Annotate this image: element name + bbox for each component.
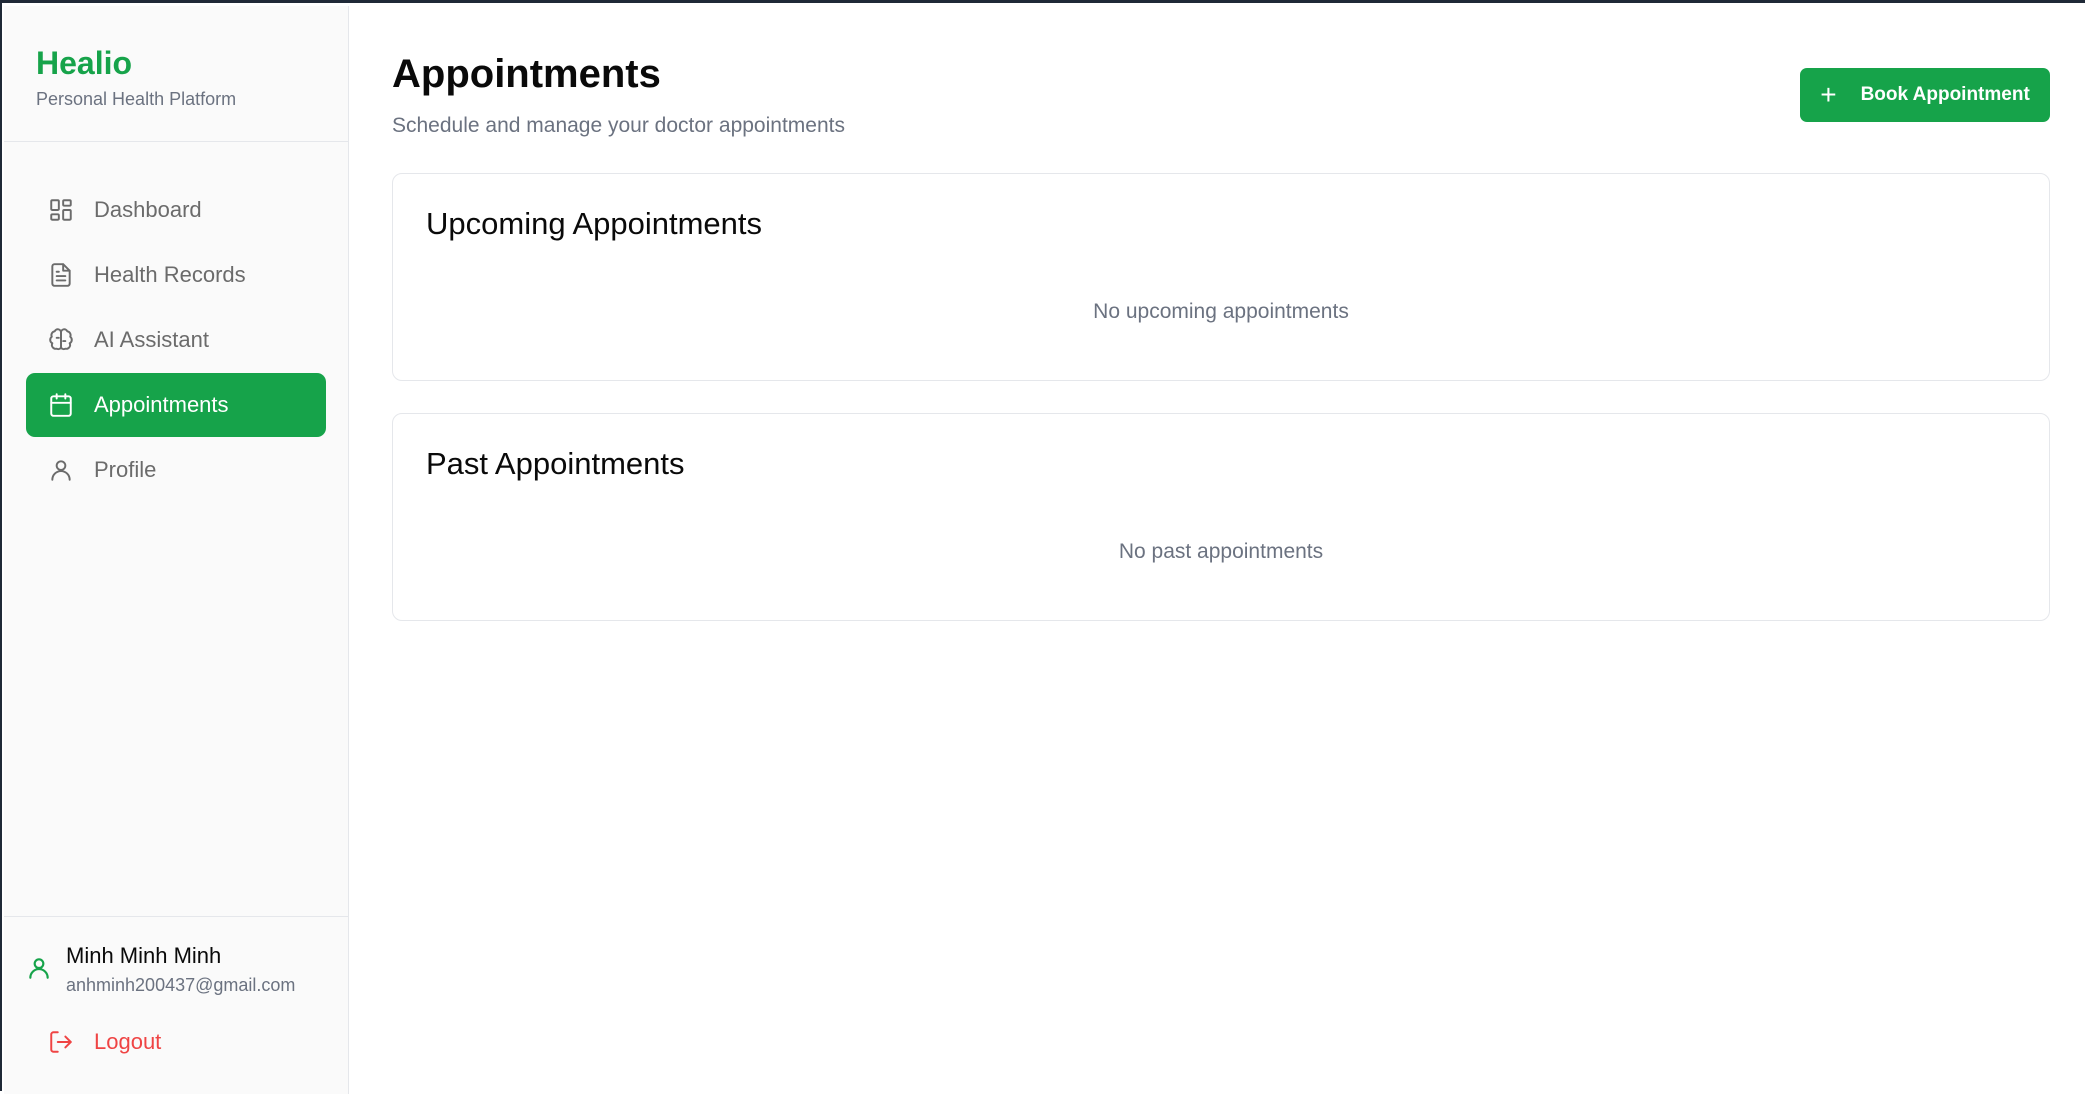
page-subtitle: Schedule and manage your doctor appointm… <box>392 114 845 137</box>
sidebar-item-label: Appointments <box>94 392 229 417</box>
brain-icon <box>48 327 74 353</box>
upcoming-appointments-title: Upcoming Appointments <box>426 206 763 241</box>
sidebar-item-appointments[interactable]: Appointments <box>26 373 326 437</box>
brand-name[interactable]: Healio <box>36 43 348 83</box>
sidebar-nav: Dashboard Health Records AI Assistant Ap… <box>4 142 348 502</box>
sidebar-item-label: AI Assistant <box>94 327 209 352</box>
page-title: Appointments <box>392 52 661 96</box>
book-appointment-label: Book Appointment <box>1860 84 2030 105</box>
sidebar-item-health-records[interactable]: Health Records <box>26 243 326 307</box>
past-appointments-card: Past Appointments No past appointments <box>392 413 2050 621</box>
sidebar-item-label: Health Records <box>94 262 246 287</box>
logout-icon <box>48 1029 74 1055</box>
book-appointment-button[interactable]: + Book Appointment <box>1800 68 2050 122</box>
sidebar-item-label: Dashboard <box>94 197 202 222</box>
logout-label: Logout <box>94 1029 162 1054</box>
sidebar-item-dashboard[interactable]: Dashboard <box>26 178 326 242</box>
user-avatar-icon <box>26 955 52 981</box>
user-panel: Minh Minh Minh anhminh200437@gmail.com L… <box>4 916 348 1094</box>
past-empty-message: No past appointments <box>1118 540 1324 563</box>
app-window: Healio Personal Health Platform Dashboar… <box>0 0 2085 1094</box>
brand-tagline: Personal Health Platform <box>36 89 237 109</box>
sidebar-item-ai-assistant[interactable]: AI Assistant <box>26 308 326 372</box>
plus-icon: + <box>1820 79 1837 110</box>
dashboard-icon <box>48 197 74 223</box>
logout-button[interactable]: Logout <box>26 1020 348 1064</box>
user-name: Minh Minh Minh <box>66 943 222 968</box>
user-icon <box>48 457 74 483</box>
upcoming-appointments-card: Upcoming Appointments No upcoming appoin… <box>392 173 2050 381</box>
upcoming-empty-message: No upcoming appointments <box>1093 300 1349 323</box>
file-text-icon <box>48 262 74 288</box>
sidebar: Healio Personal Health Platform Dashboar… <box>4 6 349 1094</box>
user-info: Minh Minh Minh anhminh200437@gmail.com <box>4 917 348 996</box>
past-appointments-title: Past Appointments <box>426 446 685 481</box>
brand: Healio Personal Health Platform <box>4 6 348 142</box>
sidebar-item-profile[interactable]: Profile <box>26 438 326 502</box>
sidebar-item-label: Profile <box>94 457 157 482</box>
calendar-icon <box>48 392 74 418</box>
user-email: anhminh200437@gmail.com <box>66 975 296 995</box>
